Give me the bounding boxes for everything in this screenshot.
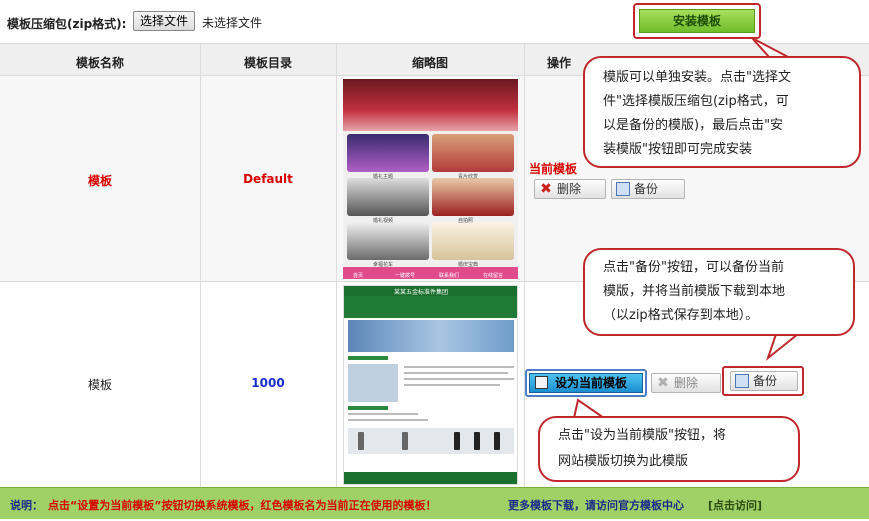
callout-line: 点击"备份"按钮，可以备份当前: [603, 260, 784, 275]
callout-line: 件"选择模版压缩包(zip格式，可: [603, 94, 789, 109]
backup-callout-pointer: [765, 333, 801, 361]
callout-line: （以zip格式保存到本地）。: [603, 308, 759, 323]
backup-callout: 点击"备份"按钮，可以备份当前 模版，并将当前模版下载到本地 （以zip格式保存…: [583, 248, 855, 336]
footer-note-bar: 说明： 点击“设置为当前模板”按钮切换系统模板，红色模板名为当前正在使用的模板！…: [0, 487, 869, 519]
callout-line: 以是备份的模版)，最后点击"安: [603, 118, 784, 133]
footer-more-templates: 更多模板下载，请访问官方模板中心: [508, 499, 684, 512]
set-current-callout: 点击"设为当前模版"按钮，将 网站模版切换为此模版: [538, 416, 800, 482]
install-callout: 模版可以单独安装。点击"选择文 件"选择模版压缩包(zip格式，可 以是备份的模…: [583, 56, 861, 168]
callout-line: 网站模版切换为此模版: [558, 454, 689, 469]
footer-note: 点击“设置为当前模板”按钮切换系统模板，红色模板名为当前正在使用的模板！: [48, 499, 437, 512]
callout-line: 点击"设为当前模版"按钮，将: [558, 428, 726, 443]
callout-line: 装模版"按钮即可完成安装: [603, 142, 752, 157]
footer-prefix: 说明：: [10, 499, 43, 512]
callout-line: 模版，并将当前模版下载到本地: [603, 284, 786, 299]
callout-line: 模版可以单独安装。点击"选择文: [603, 70, 791, 85]
footer-visit-link[interactable]: [点击访问]: [708, 497, 762, 513]
install-callout-pointer: [751, 37, 791, 59]
